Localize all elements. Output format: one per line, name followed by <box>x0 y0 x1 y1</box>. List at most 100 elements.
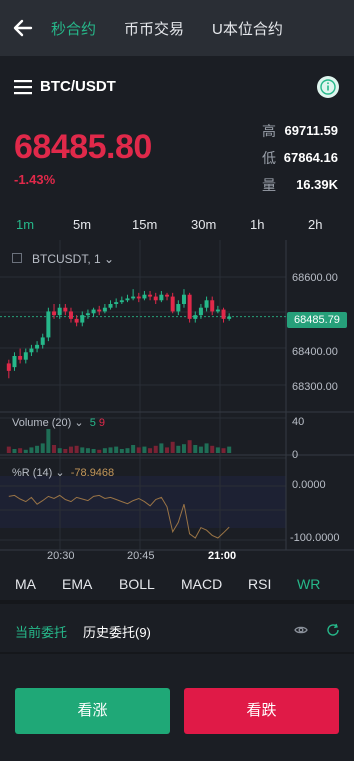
wr-axis-label: 0.0000 <box>292 479 326 491</box>
candle-body <box>57 307 62 316</box>
candle-body <box>176 304 181 312</box>
candle-body <box>198 307 203 316</box>
price-axis-label: 68600.00 <box>292 272 338 284</box>
candle-body <box>159 294 164 301</box>
wr-band <box>0 476 286 528</box>
last-price: 68485.80 <box>14 128 152 166</box>
candle-body <box>210 300 215 312</box>
volume-indicator-label[interactable]: Volume (20) ⌄ 5 9 <box>12 416 105 429</box>
candle-body <box>46 311 51 338</box>
interval-5m[interactable]: 5m <box>73 217 91 232</box>
current-price-tag: 68485.79 <box>287 312 347 328</box>
volume-bar <box>29 447 34 453</box>
indicator-boll[interactable]: BOLL <box>119 576 155 592</box>
volume-bar <box>46 429 51 453</box>
high-value: 69711.59 <box>284 123 338 138</box>
volume-bar <box>35 445 40 453</box>
candle-body <box>148 294 153 297</box>
candle-body <box>142 294 147 299</box>
info-icon[interactable] <box>316 75 340 99</box>
volume-bar <box>91 449 96 453</box>
indicator-macd[interactable]: MACD <box>181 576 222 592</box>
tab-current-orders[interactable]: 当前委托 <box>15 622 67 641</box>
back-arrow-icon[interactable] <box>12 17 34 39</box>
candle-body <box>136 296 141 299</box>
candle-body <box>187 294 192 319</box>
candle-body <box>165 294 170 297</box>
tab-spot-trading[interactable]: 币币交易 <box>124 18 184 39</box>
candle-body <box>6 363 11 371</box>
pair-header: BTC/USDT <box>0 66 354 110</box>
eye-icon[interactable] <box>294 623 308 637</box>
time-axis-label: 21:00 <box>208 550 237 562</box>
volume-bar <box>119 449 124 453</box>
volume-bar <box>204 443 209 453</box>
volume-bar <box>165 447 170 453</box>
volume-bar <box>18 448 23 453</box>
low-label: 低 <box>262 150 276 166</box>
time-axis-label: 20:45 <box>127 550 155 562</box>
buy-down-button[interactable]: 看跌 <box>184 688 339 734</box>
volume-bar <box>52 445 57 453</box>
volume-bar <box>57 448 62 453</box>
volume-bar <box>181 444 186 453</box>
volume-bar <box>198 446 203 453</box>
volume-bar <box>97 449 102 453</box>
candle-body <box>153 296 158 301</box>
candle-body <box>204 300 209 308</box>
candle-body <box>40 337 45 345</box>
volume-bar <box>221 448 226 453</box>
high-label: 高 <box>262 123 276 139</box>
volume-axis-label: 0 <box>292 449 299 461</box>
price-axis-label: 68400.00 <box>292 346 338 358</box>
volume-bar <box>136 447 141 453</box>
candle-body <box>114 302 119 304</box>
volume-bar <box>23 449 28 453</box>
interval-30m[interactable]: 30m <box>191 217 216 232</box>
volume-bar <box>131 445 136 453</box>
price-chart[interactable] <box>0 240 354 570</box>
indicator-ema[interactable]: EMA <box>62 576 92 592</box>
volume-bar <box>148 448 153 453</box>
interval-1m[interactable]: 1m <box>16 217 34 232</box>
candle-body <box>52 311 57 316</box>
indicator-ma[interactable]: MA <box>15 576 36 592</box>
candle-body <box>119 300 124 303</box>
wr-indicator-label[interactable]: %R (14) ⌄ -78.9468 <box>12 466 114 479</box>
pair-name[interactable]: BTC/USDT <box>40 78 116 95</box>
interval-1h[interactable]: 1h <box>250 217 264 232</box>
indicator-rsi[interactable]: RSI <box>248 576 271 592</box>
top-nav-bar: 秒合约 币币交易 U本位合约 <box>0 0 354 56</box>
volume-bar <box>40 443 45 453</box>
refresh-icon[interactable] <box>326 623 340 637</box>
candle-body <box>108 304 113 308</box>
wr-axis-label: -100.0000 <box>290 532 340 544</box>
volume-bar <box>176 445 181 453</box>
volume-bar <box>85 448 90 453</box>
buy-up-button[interactable]: 看涨 <box>15 688 170 734</box>
volume-bar <box>210 445 215 453</box>
volume-axis-label: 40 <box>292 416 305 428</box>
volume-bar <box>159 443 164 453</box>
tab-second-contract[interactable]: 秒合约 <box>51 18 96 39</box>
candle-body <box>80 315 85 323</box>
chart-symbol[interactable]: BTCUSDT, 1 ⌄ <box>32 252 114 266</box>
tab-usdt-futures[interactable]: U本位合约 <box>212 18 283 39</box>
tab-order-history[interactable]: 历史委托(9) <box>83 622 151 641</box>
candle-body <box>18 356 23 360</box>
volume-bar <box>153 445 158 453</box>
interval-15m[interactable]: 15m <box>132 217 157 232</box>
menu-icon[interactable] <box>14 79 32 95</box>
candle-body <box>74 318 79 323</box>
interval-2h[interactable]: 2h <box>308 217 322 232</box>
indicator-wr[interactable]: WR <box>297 576 320 592</box>
volume-bar <box>12 449 17 453</box>
candle-body <box>170 296 175 312</box>
candle-body <box>29 348 34 353</box>
candle-body <box>193 315 198 319</box>
volume-bar <box>187 440 192 453</box>
candle-body <box>102 307 107 312</box>
volume-bar <box>68 446 73 453</box>
collapse-icon[interactable] <box>12 253 22 263</box>
price-axis-label: 68300.00 <box>292 381 338 393</box>
